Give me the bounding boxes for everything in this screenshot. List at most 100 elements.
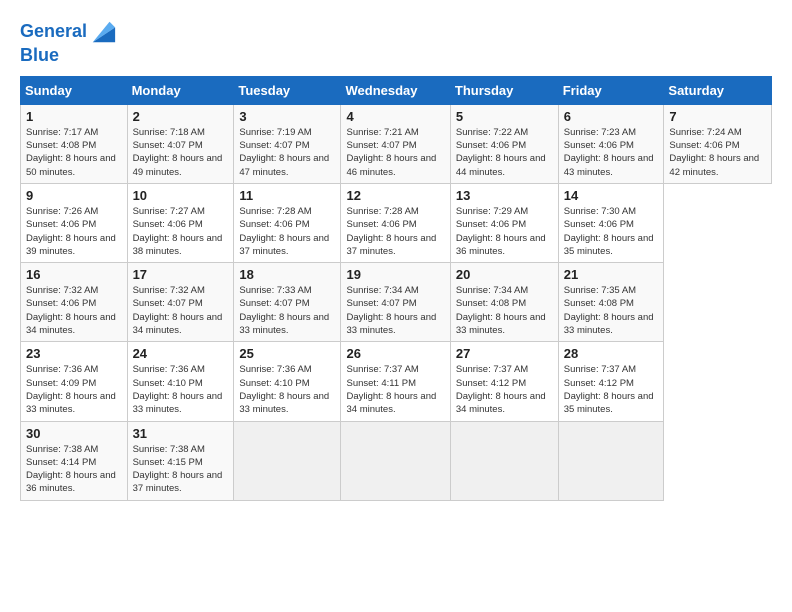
day-info: Sunrise: 7:37 AMSunset: 4:12 PMDaylight:… (456, 363, 553, 416)
day-number: 6 (564, 109, 659, 124)
day-cell: 14 Sunrise: 7:30 AMSunset: 4:06 PMDayligh… (558, 183, 664, 262)
day-cell: 28Sunrise: 7:37 AMSunset: 4:12 PMDayligh… (558, 342, 664, 421)
day-info: Sunrise: 7:37 AMSunset: 4:12 PMDaylight:… (564, 363, 659, 416)
day-number: 27 (456, 346, 553, 361)
day-cell: 17 Sunrise: 7:32 AMSunset: 4:07 PMDayligh… (127, 263, 234, 342)
day-info: Sunrise: 7:36 AMSunset: 4:09 PMDaylight:… (26, 363, 122, 416)
day-number: 13 (456, 188, 553, 203)
week-row-4: 23 Sunrise: 7:36 AMSunset: 4:09 PMDayligh… (21, 342, 772, 421)
header: General Blue (20, 18, 772, 66)
logo-icon (89, 18, 117, 46)
day-cell: 30 Sunrise: 7:38 AMSunset: 4:14 PMDayligh… (21, 421, 128, 500)
day-info: Sunrise: 7:36 AMSunset: 4:10 PMDaylight:… (133, 363, 229, 416)
day-info: Sunrise: 7:29 AMSunset: 4:06 PMDaylight:… (456, 205, 553, 258)
day-info: Sunrise: 7:33 AMSunset: 4:07 PMDaylight:… (239, 284, 335, 337)
day-info: Sunrise: 7:30 AMSunset: 4:06 PMDaylight:… (564, 205, 659, 258)
day-cell: 1 Sunrise: 7:17 AMSunset: 4:08 PMDaylight… (21, 104, 128, 183)
day-number: 1 (26, 109, 122, 124)
day-cell: 13 Sunrise: 7:29 AMSunset: 4:06 PMDayligh… (450, 183, 558, 262)
day-info: Sunrise: 7:34 AMSunset: 4:08 PMDaylight:… (456, 284, 553, 337)
day-info: Sunrise: 7:32 AMSunset: 4:06 PMDaylight:… (26, 284, 122, 337)
header-day-tuesday: Tuesday (234, 76, 341, 104)
day-number: 19 (346, 267, 444, 282)
day-number: 4 (346, 109, 444, 124)
day-number: 12 (346, 188, 444, 203)
day-number: 26 (346, 346, 444, 361)
day-cell: 3Sunrise: 7:19 AMSunset: 4:07 PMDaylight… (234, 104, 341, 183)
day-cell: 24Sunrise: 7:36 AMSunset: 4:10 PMDayligh… (127, 342, 234, 421)
logo: General Blue (20, 18, 117, 66)
day-number: 10 (133, 188, 229, 203)
day-info: Sunrise: 7:36 AMSunset: 4:10 PMDaylight:… (239, 363, 335, 416)
week-row-2: 9 Sunrise: 7:26 AMSunset: 4:06 PMDaylight… (21, 183, 772, 262)
day-cell: 9 Sunrise: 7:26 AMSunset: 4:06 PMDaylight… (21, 183, 128, 262)
day-info: Sunrise: 7:38 AMSunset: 4:15 PMDaylight:… (133, 443, 229, 496)
day-info: Sunrise: 7:17 AMSunset: 4:08 PMDaylight:… (26, 126, 122, 179)
day-number: 11 (239, 188, 335, 203)
day-number: 25 (239, 346, 335, 361)
day-number: 30 (26, 426, 122, 441)
header-day-friday: Friday (558, 76, 664, 104)
day-cell: 12 Sunrise: 7:28 AMSunset: 4:06 PMDayligh… (341, 183, 450, 262)
day-info: Sunrise: 7:19 AMSunset: 4:07 PMDaylight:… (239, 126, 335, 179)
day-number: 2 (133, 109, 229, 124)
day-cell: 4Sunrise: 7:21 AMSunset: 4:07 PMDaylight… (341, 104, 450, 183)
calendar-table: SundayMondayTuesdayWednesdayThursdayFrid… (20, 76, 772, 501)
day-number: 23 (26, 346, 122, 361)
day-cell: 16 Sunrise: 7:32 AMSunset: 4:06 PMDayligh… (21, 263, 128, 342)
day-cell: 31 Sunrise: 7:38 AMSunset: 4:15 PMDayligh… (127, 421, 234, 500)
day-cell: 25 Sunrise: 7:36 AMSunset: 4:10 PMDayligh… (234, 342, 341, 421)
day-info: Sunrise: 7:34 AMSunset: 4:07 PMDaylight:… (346, 284, 444, 337)
day-cell: 10 Sunrise: 7:27 AMSunset: 4:06 PMDayligh… (127, 183, 234, 262)
day-cell (234, 421, 341, 500)
day-cell: 18 Sunrise: 7:33 AMSunset: 4:07 PMDayligh… (234, 263, 341, 342)
day-cell (341, 421, 450, 500)
day-number: 5 (456, 109, 553, 124)
day-info: Sunrise: 7:18 AMSunset: 4:07 PMDaylight:… (133, 126, 229, 179)
calendar-body: 1 Sunrise: 7:17 AMSunset: 4:08 PMDaylight… (21, 104, 772, 500)
day-cell (450, 421, 558, 500)
day-number: 20 (456, 267, 553, 282)
day-number: 9 (26, 188, 122, 203)
day-info: Sunrise: 7:24 AMSunset: 4:06 PMDaylight:… (669, 126, 766, 179)
header-day-saturday: Saturday (664, 76, 772, 104)
week-row-1: 1 Sunrise: 7:17 AMSunset: 4:08 PMDaylight… (21, 104, 772, 183)
week-row-3: 16 Sunrise: 7:32 AMSunset: 4:06 PMDayligh… (21, 263, 772, 342)
day-number: 7 (669, 109, 766, 124)
day-info: Sunrise: 7:27 AMSunset: 4:06 PMDaylight:… (133, 205, 229, 258)
day-info: Sunrise: 7:28 AMSunset: 4:06 PMDaylight:… (346, 205, 444, 258)
day-info: Sunrise: 7:23 AMSunset: 4:06 PMDaylight:… (564, 126, 659, 179)
header-day-wednesday: Wednesday (341, 76, 450, 104)
day-number: 14 (564, 188, 659, 203)
week-row-5: 30 Sunrise: 7:38 AMSunset: 4:14 PMDayligh… (21, 421, 772, 500)
day-info: Sunrise: 7:32 AMSunset: 4:07 PMDaylight:… (133, 284, 229, 337)
header-day-sunday: Sunday (21, 76, 128, 104)
day-info: Sunrise: 7:37 AMSunset: 4:11 PMDaylight:… (346, 363, 444, 416)
day-cell: 21 Sunrise: 7:35 AMSunset: 4:08 PMDayligh… (558, 263, 664, 342)
day-number: 17 (133, 267, 229, 282)
header-row: SundayMondayTuesdayWednesdayThursdayFrid… (21, 76, 772, 104)
day-cell: 11 Sunrise: 7:28 AMSunset: 4:06 PMDayligh… (234, 183, 341, 262)
day-cell: 20 Sunrise: 7:34 AMSunset: 4:08 PMDayligh… (450, 263, 558, 342)
day-number: 16 (26, 267, 122, 282)
day-info: Sunrise: 7:38 AMSunset: 4:14 PMDaylight:… (26, 443, 122, 496)
day-cell: 7 Sunrise: 7:24 AMSunset: 4:06 PMDaylight… (664, 104, 772, 183)
header-day-thursday: Thursday (450, 76, 558, 104)
day-number: 21 (564, 267, 659, 282)
day-info: Sunrise: 7:28 AMSunset: 4:06 PMDaylight:… (239, 205, 335, 258)
day-info: Sunrise: 7:22 AMSunset: 4:06 PMDaylight:… (456, 126, 553, 179)
day-cell: 23 Sunrise: 7:36 AMSunset: 4:09 PMDayligh… (21, 342, 128, 421)
day-cell (558, 421, 664, 500)
logo-text: General (20, 22, 87, 42)
day-number: 18 (239, 267, 335, 282)
day-cell: 2 Sunrise: 7:18 AMSunset: 4:07 PMDaylight… (127, 104, 234, 183)
day-number: 31 (133, 426, 229, 441)
day-info: Sunrise: 7:35 AMSunset: 4:08 PMDaylight:… (564, 284, 659, 337)
day-cell: 27 Sunrise: 7:37 AMSunset: 4:12 PMDayligh… (450, 342, 558, 421)
day-cell: 19 Sunrise: 7:34 AMSunset: 4:07 PMDayligh… (341, 263, 450, 342)
day-info: Sunrise: 7:26 AMSunset: 4:06 PMDaylight:… (26, 205, 122, 258)
header-day-monday: Monday (127, 76, 234, 104)
calendar-header: SundayMondayTuesdayWednesdayThursdayFrid… (21, 76, 772, 104)
logo-line2: Blue (20, 46, 117, 66)
day-cell: 5 Sunrise: 7:22 AMSunset: 4:06 PMDaylight… (450, 104, 558, 183)
